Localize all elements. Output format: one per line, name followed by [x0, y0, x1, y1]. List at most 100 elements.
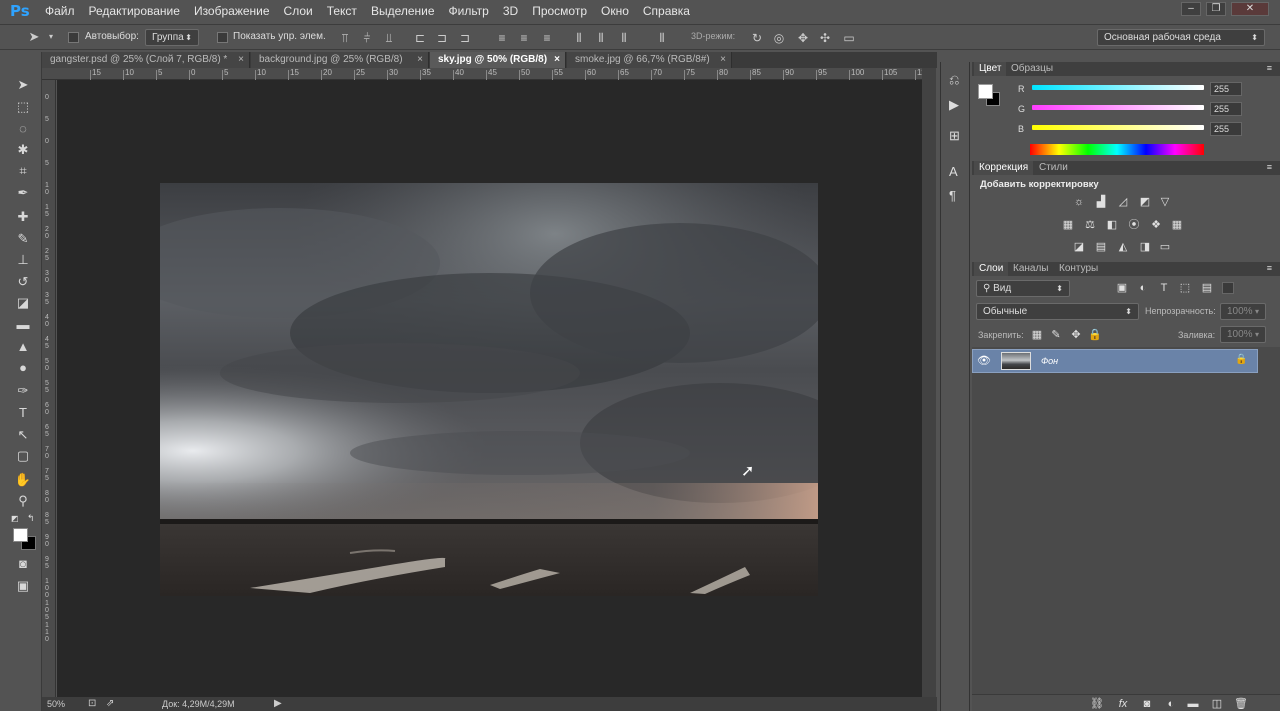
- tab-color[interactable]: Цвет: [974, 62, 1007, 76]
- filter-shape-icon[interactable]: ⬚: [1178, 282, 1192, 294]
- align-bottom-icon[interactable]: ⫫: [382, 31, 396, 45]
- quick-select-tool-icon[interactable]: ✱: [13, 141, 33, 159]
- hue-saturation-icon[interactable]: ▦: [1061, 219, 1075, 231]
- clone-stamp-tool-icon[interactable]: ⊥: [13, 251, 33, 269]
- menu-item-1[interactable]: Редактирование: [82, 0, 187, 22]
- quick-mask-icon[interactable]: ◙: [13, 555, 33, 573]
- levels-icon[interactable]: ▟: [1094, 196, 1108, 208]
- tab-gangster[interactable]: gangster.psd @ 25% (Слой 7, RGB/8) * ×: [42, 52, 250, 68]
- tab-styles[interactable]: Стили: [1034, 161, 1073, 175]
- menu-item-10[interactable]: Справка: [636, 0, 697, 22]
- channel-b-slider[interactable]: [1032, 125, 1204, 130]
- auto-align-icon[interactable]: ⫴: [655, 31, 669, 45]
- show-controls-checkbox[interactable]: [217, 32, 228, 43]
- layer-row[interactable]: 👁 Фон 🔒: [972, 349, 1258, 373]
- distribute-left-icon[interactable]: ⦀: [572, 31, 586, 45]
- rotate-3d-icon[interactable]: ↻: [750, 31, 764, 45]
- delete-layer-icon[interactable]: 🗑: [1234, 698, 1248, 710]
- curves-icon[interactable]: ◿: [1116, 196, 1130, 208]
- distribute-hcenter-icon[interactable]: ⦀: [594, 31, 608, 45]
- align-hcenter-icon[interactable]: ⊐: [435, 31, 449, 45]
- status-menu-arrow-icon[interactable]: ▶: [274, 698, 282, 709]
- filter-smart-object-icon[interactable]: ▤: [1200, 282, 1214, 294]
- chevron-down-icon[interactable]: ▾: [44, 30, 58, 44]
- panel-menu-icon[interactable]: ≡: [1267, 263, 1272, 273]
- workspace-dropdown[interactable]: Основная рабочая среда ⬍: [1097, 29, 1265, 46]
- paragraph-icon[interactable]: ¶: [949, 188, 956, 203]
- tab-channels[interactable]: Каналы: [1008, 262, 1054, 276]
- properties-icon[interactable]: ⊞: [949, 128, 960, 144]
- gradient-map-icon[interactable]: ▭: [1158, 241, 1172, 253]
- channel-g-slider[interactable]: [1032, 105, 1204, 110]
- screen-mode-icon[interactable]: ▣: [13, 577, 33, 595]
- menu-item-3[interactable]: Слои: [277, 0, 320, 22]
- zoom-tool-icon[interactable]: ⚲: [13, 492, 33, 510]
- distribute-bottom-icon[interactable]: ≡: [540, 31, 554, 45]
- filter-toggle[interactable]: [1222, 282, 1234, 294]
- panel-menu-icon[interactable]: ≡: [1267, 162, 1272, 172]
- menu-item-4[interactable]: Текст: [320, 0, 364, 22]
- eraser-tool-icon[interactable]: ◪: [13, 294, 33, 312]
- close-tab-icon[interactable]: ×: [238, 52, 244, 68]
- new-group-icon[interactable]: ▬: [1186, 698, 1200, 710]
- roll-3d-icon[interactable]: ◎: [772, 31, 786, 45]
- rectangle-tool-icon[interactable]: ▢: [13, 447, 33, 465]
- invert-icon[interactable]: ◪: [1072, 241, 1086, 253]
- foreground-color-swatch[interactable]: [978, 84, 993, 99]
- share-icon[interactable]: ⇗: [106, 698, 114, 709]
- path-selection-tool-icon[interactable]: ↖: [13, 426, 33, 444]
- layer-filter-dropdown[interactable]: ⚲ Вид ⬍: [976, 280, 1070, 297]
- exposure-icon[interactable]: ◩: [1138, 196, 1152, 208]
- distribute-right-icon[interactable]: ⦀: [617, 31, 631, 45]
- black-white-icon[interactable]: ◧: [1105, 219, 1119, 231]
- minimize-button[interactable]: –: [1181, 2, 1201, 16]
- new-adjustment-layer-icon[interactable]: ◐: [1164, 698, 1178, 710]
- actions-icon[interactable]: ▶: [949, 97, 959, 113]
- lock-transparent-icon[interactable]: ▦: [1030, 329, 1044, 341]
- tab-swatches[interactable]: Образцы: [1006, 62, 1058, 76]
- close-button[interactable]: ✕: [1231, 2, 1269, 16]
- layer-name[interactable]: Фон: [1041, 356, 1058, 366]
- marquee-tool-icon[interactable]: ⬚: [13, 98, 33, 116]
- tab-background[interactable]: background.jpg @ 25% (RGB/8) ×: [251, 52, 429, 68]
- menu-item-5[interactable]: Выделение: [364, 0, 442, 22]
- layer-style-icon[interactable]: fx: [1116, 698, 1130, 710]
- lock-pixels-icon[interactable]: ✎: [1049, 329, 1063, 341]
- menu-item-8[interactable]: Просмотр: [525, 0, 594, 22]
- document-image[interactable]: [160, 183, 818, 596]
- menu-item-6[interactable]: Фильтр: [442, 0, 496, 22]
- tab-smoke[interactable]: smoke.jpg @ 66,7% (RGB/8#) ×: [567, 52, 732, 68]
- menu-item-0[interactable]: Файл: [38, 0, 82, 22]
- align-top-icon[interactable]: ⫪: [338, 31, 352, 45]
- pen-tool-icon[interactable]: ✑: [13, 382, 33, 400]
- character-icon[interactable]: A: [949, 164, 958, 179]
- link-layers-icon[interactable]: ⛓: [1090, 698, 1104, 710]
- distribute-top-icon[interactable]: ≡: [495, 31, 509, 45]
- close-tab-icon[interactable]: ×: [417, 52, 423, 68]
- brush-tool-icon[interactable]: ✎: [13, 230, 33, 248]
- filter-adjustment-icon[interactable]: ◐: [1136, 282, 1150, 294]
- panel-menu-icon[interactable]: ≡: [1267, 63, 1272, 73]
- history-icon[interactable]: ⎌: [949, 72, 959, 88]
- lock-all-icon[interactable]: 🔒: [1088, 329, 1102, 341]
- lasso-tool-icon[interactable]: ◌: [13, 120, 33, 138]
- auto-select-checkbox[interactable]: [68, 32, 79, 43]
- healing-brush-tool-icon[interactable]: ✚: [13, 208, 33, 226]
- align-vcenter-icon[interactable]: ⫩: [360, 31, 374, 45]
- align-left-icon[interactable]: ⊏: [413, 31, 427, 45]
- menu-item-2[interactable]: Изображение: [187, 0, 277, 22]
- close-tab-icon[interactable]: ×: [720, 52, 726, 68]
- move-tool-icon[interactable]: ➤: [13, 76, 33, 94]
- channel-r-slider[interactable]: [1032, 85, 1204, 90]
- foreground-color-swatch[interactable]: [13, 528, 28, 542]
- move-tool-preset-icon[interactable]: ➤: [27, 30, 41, 44]
- color-spectrum-bar[interactable]: [1030, 144, 1204, 155]
- posterize-icon[interactable]: ▤: [1094, 241, 1108, 253]
- vertical-scrollbar[interactable]: [922, 68, 936, 697]
- menu-item-9[interactable]: Окно: [594, 0, 636, 22]
- slide-3d-icon[interactable]: ✣: [818, 31, 832, 45]
- filter-pixel-icon[interactable]: ▣: [1115, 282, 1129, 294]
- gradient-tool-icon[interactable]: ▬: [13, 316, 33, 334]
- color-balance-icon[interactable]: ⚖: [1083, 219, 1097, 231]
- menu-item-7[interactable]: 3D: [496, 0, 525, 22]
